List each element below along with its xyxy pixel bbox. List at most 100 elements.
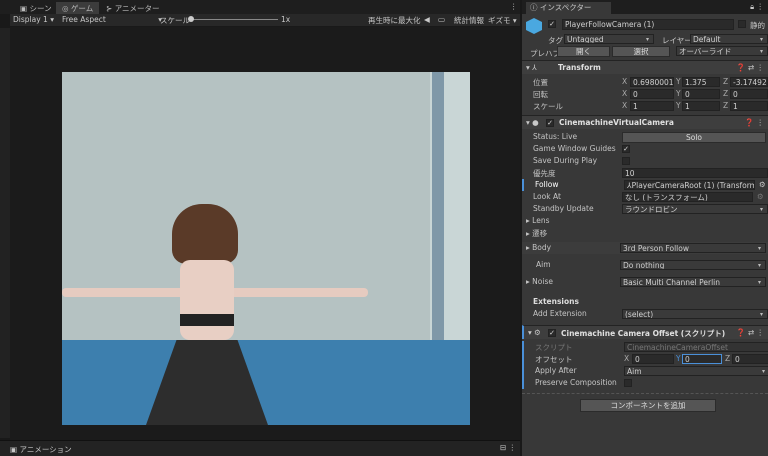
game-render: [62, 72, 470, 425]
static-label: 静的: [750, 21, 765, 30]
aim-label: Aim: [536, 260, 551, 269]
save-during-play-checkbox[interactable]: [622, 157, 630, 165]
component-menu-icons[interactable]: ❓ ⇄ ⋮: [736, 63, 764, 72]
add-extension-label: Add Extension: [533, 309, 587, 318]
scale-value: 1x: [281, 15, 291, 24]
mute-audio-icon[interactable]: ◀: [424, 15, 430, 24]
gamepad-icon: ◎: [62, 4, 69, 13]
gear-icon[interactable]: ⚙: [757, 192, 764, 201]
vcam-enabled-checkbox[interactable]: ✓: [546, 119, 554, 127]
more-icon[interactable]: ⋮: [510, 2, 518, 11]
lens-foldout[interactable]: ▸ Lens: [522, 215, 768, 227]
offset-x-field[interactable]: 0: [632, 354, 674, 364]
display-dropdown[interactable]: Display 1 ▾: [13, 15, 54, 24]
offset-label: オフセット: [535, 355, 573, 364]
layer-dropdown[interactable]: Default ▾: [690, 34, 768, 44]
transform-y-field[interactable]: 1: [682, 101, 720, 111]
wall-edge: [432, 72, 444, 340]
object-name-field[interactable]: PlayerFollowCamera (1): [562, 19, 734, 30]
transitions-label: 遷移: [532, 229, 548, 238]
static-checkbox[interactable]: [738, 20, 746, 28]
tab-game[interactable]: ◎ ゲーム: [56, 2, 100, 14]
lock-icon[interactable]: ⊟ ⋮: [500, 443, 516, 452]
follow-value: PlayerCameraRoot (1) (Transform): [631, 181, 755, 190]
transform-y-field[interactable]: 0: [682, 89, 720, 99]
apply-after-dropdown[interactable]: Aim ▾: [624, 366, 768, 376]
tab-label: アニメーション: [19, 445, 72, 454]
transform-z-field[interactable]: -3.174926: [730, 77, 768, 87]
gear-icon[interactable]: ⚙: [759, 180, 766, 189]
animator-icon: ⊱: [106, 4, 113, 13]
component-menu-icons[interactable]: ❓ ⋮: [745, 118, 764, 127]
offset-y-field[interactable]: 0: [682, 354, 722, 364]
transform-z-field[interactable]: 1: [730, 101, 768, 111]
overrides-label: オーバーライド: [679, 47, 732, 56]
noise-value: Basic Multi Channel Perlin: [623, 278, 721, 287]
transform-x-field[interactable]: 1: [630, 101, 674, 111]
tab-animator[interactable]: ⊱ アニメーター: [100, 2, 166, 14]
tab-label: ゲーム: [70, 4, 94, 13]
stats-toggle[interactable]: 統計情報: [454, 15, 484, 26]
floor: [62, 340, 470, 425]
solo-button[interactable]: Solo: [622, 132, 766, 143]
tab-label: アニメーター: [114, 4, 160, 13]
component-menu-icons[interactable]: ❓ ⇄ ⋮: [736, 328, 764, 337]
inspector-tab[interactable]: ⓘ インスペクター: [526, 2, 612, 15]
prefab-select-button[interactable]: 選択: [612, 46, 670, 57]
body-dropdown[interactable]: 3rd Person Follow ▾: [620, 243, 766, 253]
tag-dropdown[interactable]: Untagged ▾: [564, 34, 654, 44]
vsync-icon[interactable]: ▭: [438, 15, 445, 24]
transform-row: スケール X1 Y1 Z1: [522, 100, 768, 112]
character-top: [180, 314, 234, 326]
add-extension-value: (select): [625, 310, 654, 319]
body-value: 3rd Person Follow: [623, 244, 689, 253]
aspect-dropdown[interactable]: Free Aspect ▾: [62, 15, 162, 24]
transform-header[interactable]: ▾ ⅄ Transform ❓ ⇄ ⋮: [522, 60, 768, 74]
offset-enabled-checkbox[interactable]: ✓: [548, 329, 556, 337]
camera-offset-header[interactable]: ▾ ⚙ ✓ Cinemachine Camera Offset (スクリプト) …: [522, 325, 768, 339]
follow-field[interactable]: ⅄PlayerCameraRoot (1) (Transform): [624, 180, 755, 190]
transform-x-field[interactable]: 0: [630, 89, 674, 99]
layer-label: レイヤー: [662, 36, 692, 45]
transform-z-field[interactable]: 0: [730, 89, 768, 99]
scale-slider[interactable]: [190, 19, 278, 20]
guides-checkbox[interactable]: ✓: [622, 145, 630, 153]
overrides-dropdown[interactable]: オーバーライド ▾: [676, 46, 768, 56]
tab-scene[interactable]: ▣ シーン: [14, 2, 58, 14]
prefab-open-button[interactable]: 開く: [557, 46, 610, 57]
add-component-button[interactable]: コンポーネントを追加: [580, 399, 716, 412]
offset-z-field[interactable]: 0: [732, 354, 768, 364]
standby-dropdown[interactable]: ラウンドロビン ▾: [622, 204, 768, 214]
transform-y-field[interactable]: 1.375: [682, 77, 720, 87]
transform-icon: ▾ ⅄: [526, 63, 537, 72]
tag-value: Untagged: [567, 35, 604, 44]
animation-tab[interactable]: ▣ アニメーション: [10, 444, 72, 455]
component-title: CinemachineVirtualCamera: [559, 118, 674, 127]
priority-label: 優先度: [533, 169, 556, 178]
lock-icon[interactable]: 🔒︎ ⋮: [750, 2, 764, 12]
transform-x-field[interactable]: 0.6980001: [630, 77, 674, 87]
aim-dropdown[interactable]: Do nothing ▾: [620, 260, 766, 270]
game-toolbar: Display 1 ▾ Free Aspect ▾ スケール 1x 再生時に最大化…: [10, 14, 520, 26]
save-during-play-label: Save During Play: [533, 156, 598, 165]
add-extension-dropdown[interactable]: (select) ▾: [622, 309, 768, 319]
active-checkbox[interactable]: ✓: [548, 20, 556, 28]
transform-row: 回転 X0 Y0 Z0: [522, 88, 768, 100]
scale-slider-handle[interactable]: [188, 16, 194, 22]
transitions-foldout[interactable]: ▸ 遷移: [522, 227, 768, 239]
vcam-icon: ▾ ●: [526, 118, 539, 127]
follow-label: Follow: [535, 180, 559, 189]
preserve-composition-checkbox[interactable]: [624, 379, 632, 387]
maximize-toggle[interactable]: 再生時に最大化: [368, 15, 421, 26]
gizmos-dropdown[interactable]: ギズモ ▾: [488, 15, 517, 26]
aspect-label: Free Aspect: [62, 15, 106, 24]
divider: [522, 393, 768, 394]
transform-row-label: スケール: [533, 102, 563, 111]
inspector-panel: ⓘ インスペクター 🔒︎ ⋮ ✓ PlayerFollowCamera (1) …: [522, 0, 768, 456]
status-label: Status: Live: [533, 132, 578, 141]
noise-dropdown[interactable]: Basic Multi Channel Perlin ▾: [620, 277, 766, 287]
lookat-field[interactable]: なし (トランスフォーム): [622, 192, 753, 202]
script-label: スクリプト: [535, 343, 573, 352]
priority-field[interactable]: 10: [622, 168, 768, 178]
vcam-header[interactable]: ▾ ● ✓ CinemachineVirtualCamera ❓ ⋮: [522, 115, 768, 129]
